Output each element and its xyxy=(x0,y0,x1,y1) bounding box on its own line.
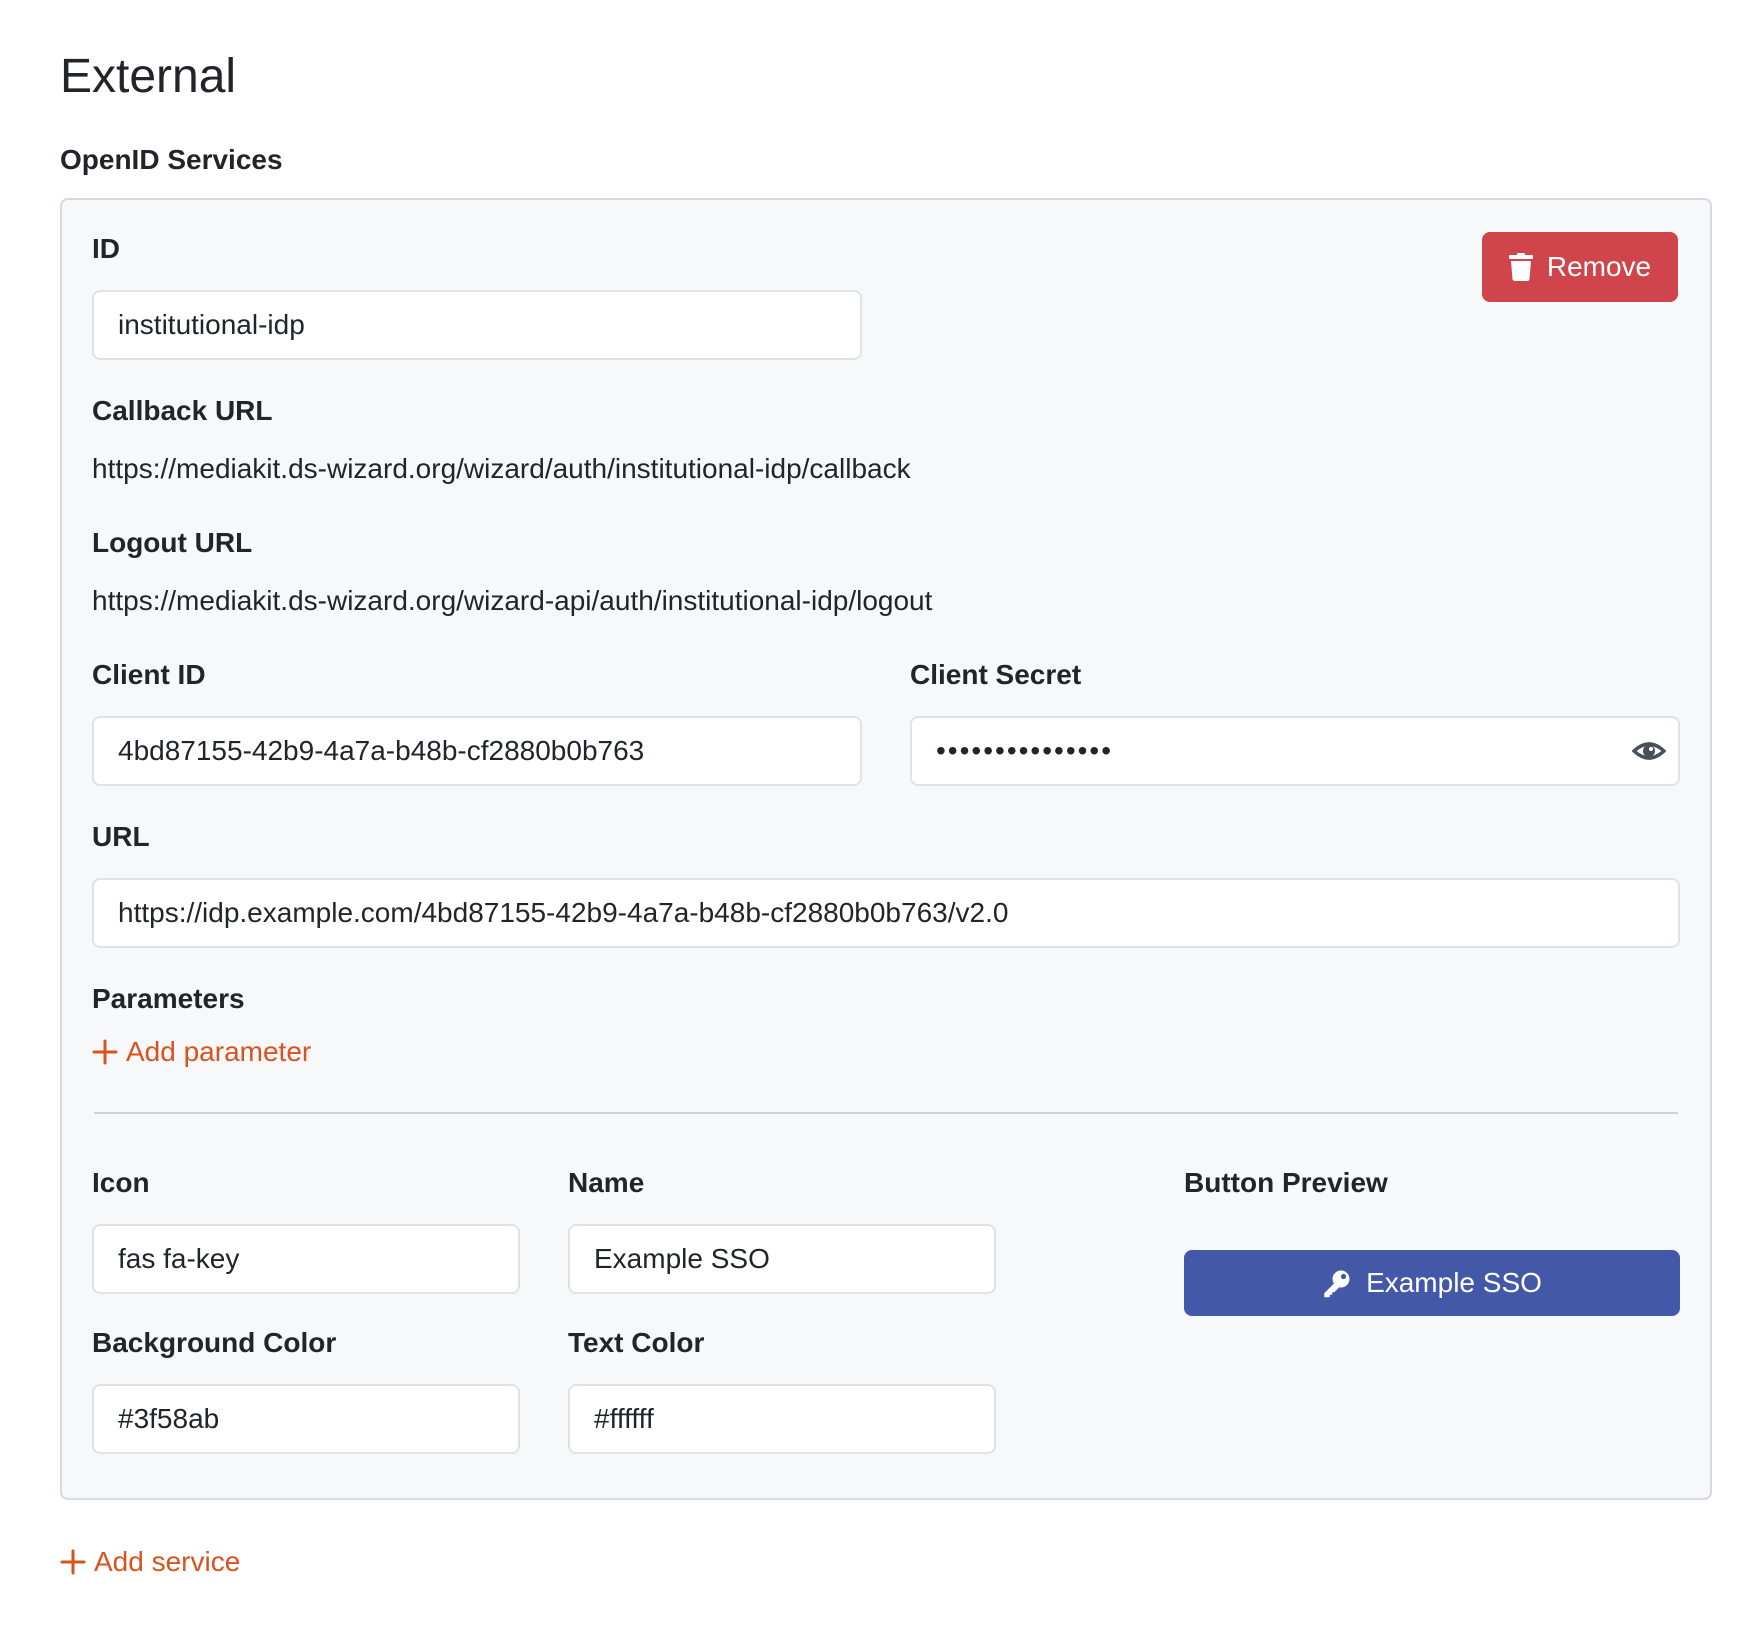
add-service-link[interactable]: Add service xyxy=(60,1546,240,1578)
id-label: ID xyxy=(92,233,120,264)
external-settings-page: External OpenID Services Remove ID Callb… xyxy=(0,0,1764,1646)
client-secret-input[interactable] xyxy=(910,716,1680,786)
openid-service-card: Remove ID Callback URL https://mediakit.… xyxy=(60,198,1712,1500)
logout-url-value: https://mediakit.ds-wizard.org/wizard-ap… xyxy=(92,585,933,616)
add-parameter-label: Add parameter xyxy=(126,1036,312,1067)
icon-input[interactable] xyxy=(92,1224,520,1294)
section-divider xyxy=(94,1112,1678,1114)
openid-section-title: OpenID Services xyxy=(60,144,283,175)
text-color-input[interactable] xyxy=(568,1384,996,1454)
eye-icon[interactable] xyxy=(1632,734,1666,768)
background-color-input[interactable] xyxy=(92,1384,520,1454)
callback-url-value: https://mediakit.ds-wizard.org/wizard/au… xyxy=(92,453,911,484)
plus-icon xyxy=(60,1549,86,1575)
trash-icon xyxy=(1508,253,1533,281)
url-input[interactable] xyxy=(92,878,1680,948)
key-icon xyxy=(1324,1270,1350,1298)
client-id-input[interactable] xyxy=(92,716,862,786)
name-label: Name xyxy=(568,1167,645,1198)
button-preview-label: Button Preview xyxy=(1184,1167,1388,1198)
sso-preview-label: Example SSO xyxy=(1366,1267,1542,1298)
parameters-label: Parameters xyxy=(92,983,245,1014)
add-parameter-link[interactable]: Add parameter xyxy=(92,1036,311,1068)
text-color-label: Text Color xyxy=(568,1327,705,1358)
plus-icon xyxy=(92,1039,118,1065)
add-service-label: Add service xyxy=(94,1546,241,1577)
remove-button-label: Remove xyxy=(1546,251,1652,282)
remove-service-button[interactable]: Remove xyxy=(1482,232,1678,302)
icon-label: Icon xyxy=(92,1167,150,1198)
client-secret-label: Client Secret xyxy=(910,659,1082,690)
client-id-label: Client ID xyxy=(92,659,206,690)
background-color-label: Background Color xyxy=(92,1327,337,1358)
callback-url-label: Callback URL xyxy=(92,395,273,426)
id-input[interactable] xyxy=(92,290,862,360)
name-input[interactable] xyxy=(568,1224,996,1294)
url-label: URL xyxy=(92,821,150,852)
sso-preview-button[interactable]: Example SSO xyxy=(1184,1250,1680,1316)
page-title: External xyxy=(60,50,237,103)
logout-url-label: Logout URL xyxy=(92,527,253,558)
